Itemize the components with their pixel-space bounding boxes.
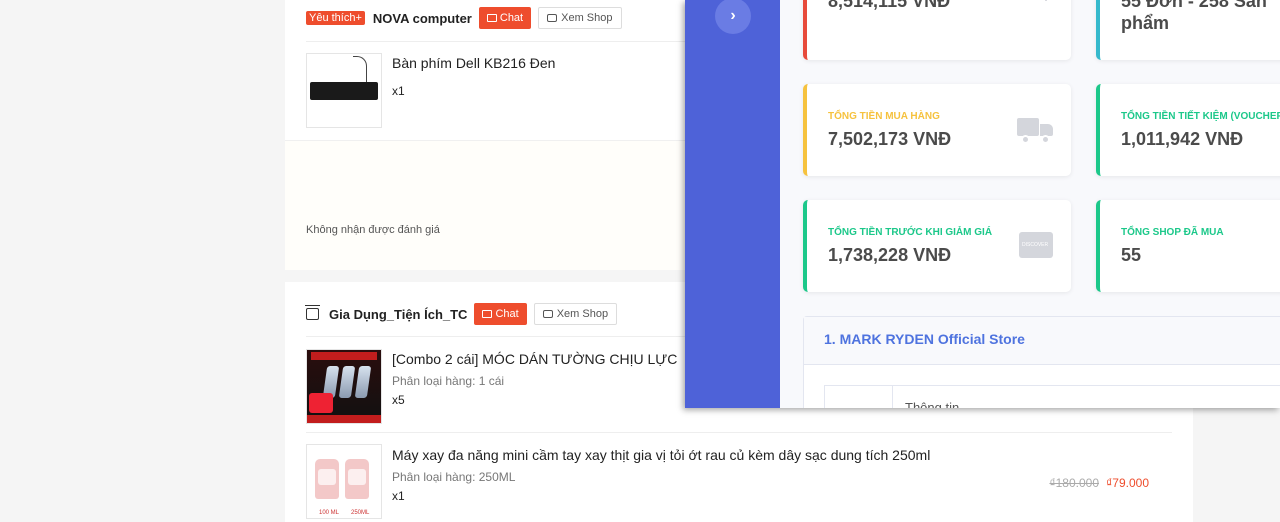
divider bbox=[306, 432, 1172, 433]
table-header-info: Thông tin bbox=[905, 400, 960, 408]
store-table: Thông tin bbox=[824, 385, 1280, 408]
product-name[interactable]: [Combo 2 cái] MÓC DÁN TƯỜNG CHỊU LỰC bbox=[392, 351, 677, 367]
stat-value: 1,011,942 VNĐ bbox=[1121, 129, 1244, 149]
page: Yêu thích+ NOVA computer Chat Xem Shop B… bbox=[0, 0, 1280, 522]
stat-card-before-discount: TỔNG TIỀN TRƯỚC KHI GIẢM GIÁ 1,738,228 V… bbox=[803, 200, 1071, 292]
chat-button[interactable]: Chat bbox=[474, 303, 527, 325]
view-shop-label: Xem Shop bbox=[561, 12, 613, 24]
sidebar: › bbox=[685, 0, 780, 408]
stat-value: 1,738,228 VNĐ bbox=[828, 245, 952, 265]
store-title[interactable]: 1. MARK RYDEN Official Store bbox=[804, 317, 1280, 365]
table-cell bbox=[825, 386, 893, 408]
product-quantity: x5 bbox=[392, 393, 405, 407]
blender-image bbox=[315, 459, 339, 499]
hook-banner bbox=[311, 352, 377, 360]
product-name[interactable]: Máy xay đa năng mini cầm tay xay thịt gi… bbox=[392, 447, 930, 463]
order-item[interactable]: 100 ML 250ML Máy xay đa năng mini cầm ta… bbox=[306, 444, 1172, 520]
shop-header: Gia Dụng_Tiện Ích_TC Chat Xem Shop bbox=[305, 302, 618, 326]
view-shop-button[interactable]: Xem Shop bbox=[538, 7, 622, 29]
stat-card-voucher-savings: TỔNG TIỀN TIẾT KIỆM (VOUCHER 1,011,942 V… bbox=[1096, 84, 1280, 176]
shop-name[interactable]: Gia Dụng_Tiện Ích_TC bbox=[329, 307, 467, 322]
chat-button[interactable]: Chat bbox=[478, 7, 532, 29]
shop-icon bbox=[547, 14, 558, 22]
original-price: ₫180.000 bbox=[1049, 476, 1099, 490]
credit-card-icon bbox=[1019, 232, 1053, 258]
stat-value: 7,502,173 VNĐ bbox=[828, 129, 952, 149]
view-shop-label: Xem Shop bbox=[556, 308, 609, 320]
view-shop-button[interactable]: Xem Shop bbox=[533, 303, 618, 325]
product-variant: Phân loại hàng: 1 cái bbox=[392, 374, 505, 388]
product-thumbnail[interactable] bbox=[306, 53, 382, 128]
stat-card-purchase-total: TỔNG TIỀN MUA HÀNG 7,502,173 VNĐ bbox=[803, 84, 1071, 176]
keyboard-cable bbox=[353, 56, 367, 84]
shop-icon bbox=[542, 310, 553, 318]
promo-badge bbox=[309, 393, 333, 413]
stat-card-orders: 55 Đơn - 258 Sản phẩm bbox=[1096, 0, 1280, 60]
hook-banner bbox=[307, 415, 381, 423]
product-name[interactable]: Bàn phím Dell KB216 Đen bbox=[392, 55, 555, 71]
chat-icon bbox=[486, 14, 497, 22]
product-thumbnail[interactable]: 100 ML 250ML bbox=[306, 444, 382, 519]
stat-value: 8,514,115 VNĐ bbox=[828, 0, 951, 11]
chat-label: Chat bbox=[499, 12, 524, 24]
truck-icon bbox=[1017, 116, 1053, 144]
stat-label: TỔNG TIỀN TIẾT KIỆM (VOUCHER bbox=[1121, 111, 1280, 122]
blender-label: 250ML bbox=[351, 510, 370, 516]
chat-icon bbox=[482, 310, 493, 318]
chat-label: Chat bbox=[495, 308, 519, 320]
stat-value: 55 Đơn - 258 Sản bbox=[1121, 0, 1267, 11]
sidebar-toggle-button[interactable]: › bbox=[715, 0, 751, 34]
plus-icon: + bbox=[1039, 0, 1053, 10]
sale-price: ₫79.000 bbox=[1106, 476, 1149, 490]
shop-header: Yêu thích+ NOVA computer Chat Xem Shop bbox=[306, 6, 622, 30]
stat-value: 55 bbox=[1121, 245, 1142, 265]
store-icon bbox=[305, 305, 320, 320]
product-thumbnail[interactable] bbox=[306, 349, 382, 424]
blender-image bbox=[345, 459, 369, 499]
product-quantity: x1 bbox=[392, 489, 405, 503]
product-quantity: x1 bbox=[392, 84, 405, 98]
stat-label: TỔNG TIỀN TRƯỚC KHI GIẢM GIÁ bbox=[828, 227, 993, 238]
review-note: Không nhận được đánh giá bbox=[306, 224, 440, 236]
keyboard-image bbox=[310, 82, 378, 100]
blender-label: 100 ML bbox=[319, 510, 340, 516]
stat-label: TỔNG TIỀN MUA HÀNG bbox=[828, 111, 940, 122]
chevron-right-icon: › bbox=[730, 7, 736, 24]
favorite-badge: Yêu thích+ bbox=[306, 11, 365, 25]
product-variant: Phân loại hàng: 250ML bbox=[392, 470, 516, 484]
stat-value-line2: phẩm bbox=[1121, 13, 1170, 33]
statistics-overlay: › 8,514,115 VNĐ + 55 Đơn - 258 Sản phẩm … bbox=[685, 0, 1280, 408]
stat-card-total-spent: 8,514,115 VNĐ + bbox=[803, 0, 1071, 60]
stat-card-shops-count: TỔNG SHOP ĐÃ MUA 55 bbox=[1096, 200, 1280, 292]
store-panel: 1. MARK RYDEN Official Store Thông tin bbox=[803, 316, 1280, 408]
shop-name[interactable]: NOVA computer bbox=[373, 11, 472, 26]
stat-label: TỔNG SHOP ĐÃ MUA bbox=[1121, 227, 1224, 238]
